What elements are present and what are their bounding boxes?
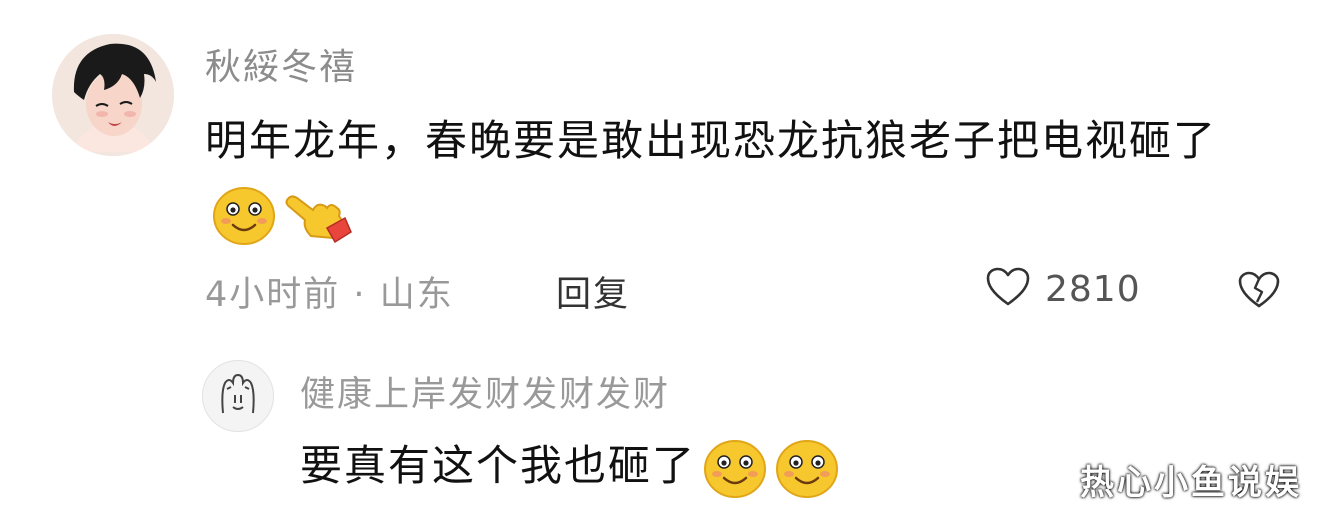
comment-card: 秋綏冬禧 明年龙年，春晚要是敢出现恐龙抗狼老子把电视砸了 4小时前 · 山东 回… [0, 0, 1320, 519]
comment-text: 明年龙年，春晚要是敢出现恐龙抗狼老子把电视砸了 [205, 116, 1218, 165]
comment-time: 4小时前 [205, 275, 341, 315]
reply-button[interactable]: 回复 [556, 266, 630, 317]
reply-content: 要真有这个我也砸了 [300, 430, 840, 502]
reply-user-avatar[interactable] [202, 360, 274, 432]
broken-heart-icon [1237, 271, 1281, 314]
user-avatar[interactable] [52, 34, 174, 156]
comment-content: 明年龙年，春晚要是敢出现恐龙抗狼老子把电视砸了 [205, 105, 1265, 249]
dislike-button[interactable] [1237, 270, 1281, 314]
comment-location: 山东 [379, 275, 454, 315]
smiley-face-icon [774, 438, 840, 500]
reply-username[interactable]: 健康上岸发财发财发财 [300, 366, 670, 417]
like-button[interactable]: 2810 [985, 266, 1141, 312]
heart-icon [985, 266, 1031, 312]
watermark: 热心小鱼说娱 [1080, 463, 1302, 503]
comment-meta: 4小时前 · 山东 [205, 266, 454, 317]
smiley-face-icon [211, 185, 277, 247]
like-count: 2810 [1045, 268, 1141, 310]
meta-separator: · [353, 275, 367, 315]
username[interactable]: 秋綏冬禧 [205, 38, 357, 90]
pointing-hand-icon [283, 188, 353, 244]
reply-text: 要真有这个我也砸了 [300, 441, 697, 490]
smiley-face-icon [702, 438, 768, 500]
